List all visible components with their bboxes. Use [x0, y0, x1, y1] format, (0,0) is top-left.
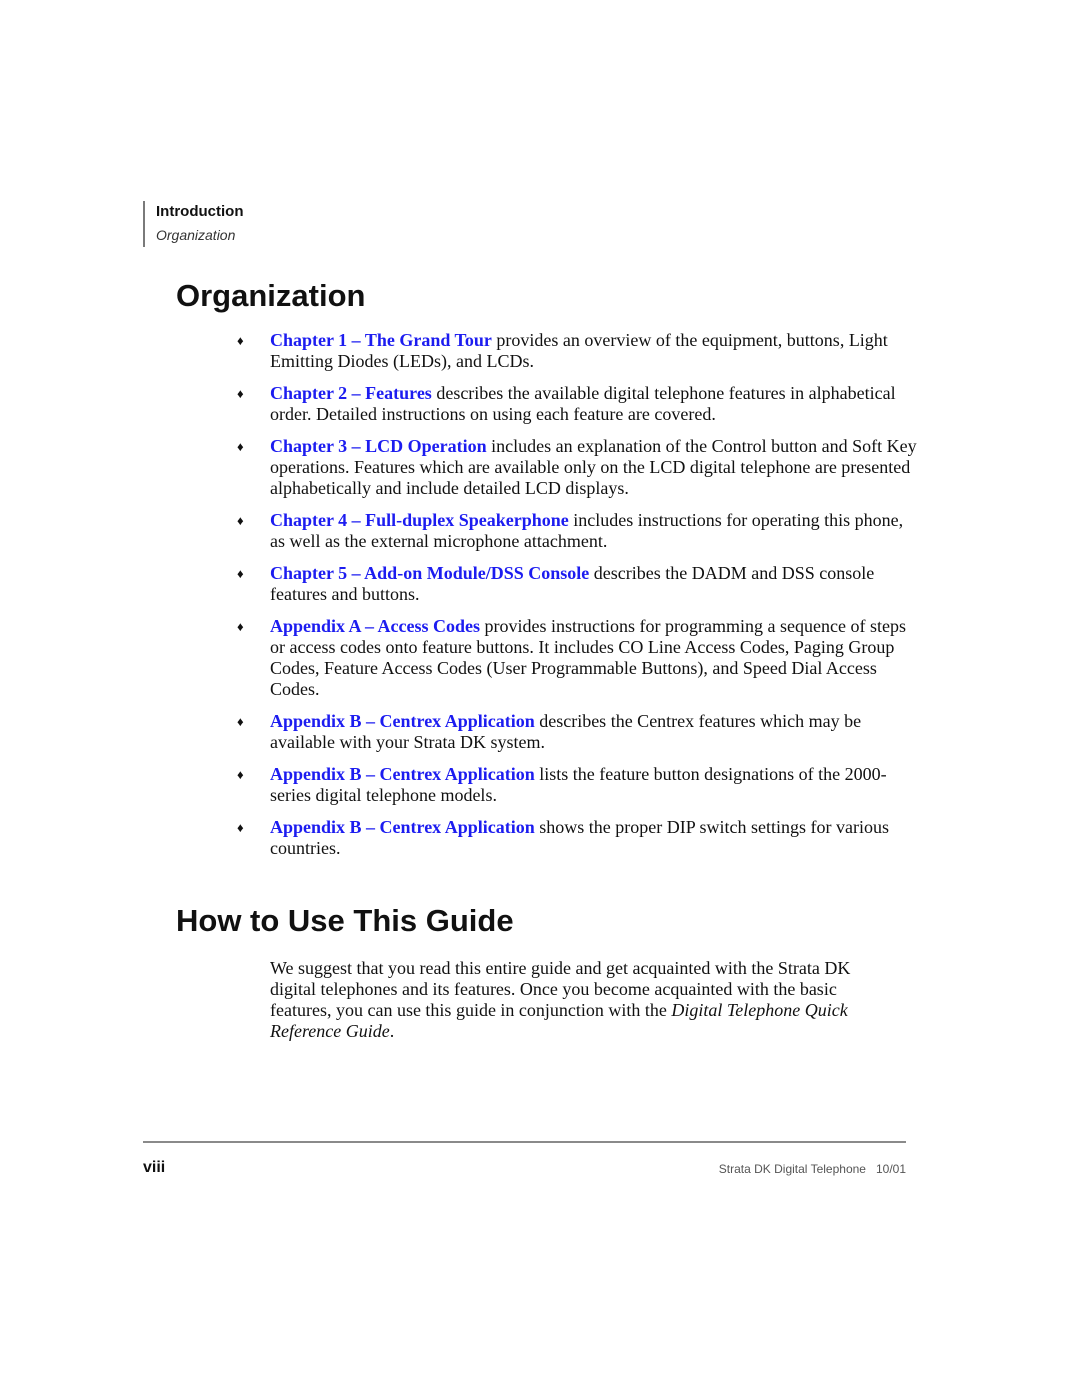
chapter-3-link[interactable]: Chapter 3 – LCD Operation: [270, 436, 487, 456]
appendix-b-link[interactable]: Appendix B – Centrex Application: [270, 711, 535, 731]
chapter-4-link[interactable]: Chapter 4 – Full-duplex Speakerphone: [270, 510, 569, 530]
list-item: ♦ Appendix A – Access Codes provides inst…: [237, 616, 917, 700]
running-head-chapter: Introduction: [156, 203, 244, 220]
running-head: Introduction Organization: [143, 201, 243, 247]
appendix-b-link[interactable]: Appendix B – Centrex Application: [270, 817, 535, 837]
list-item: ♦ Chapter 1 – The Grand Tour provides an …: [237, 330, 917, 372]
footer-document-title: Strata DK Digital Telephone 10/01: [718, 1162, 906, 1176]
organization-list: ♦ Chapter 1 – The Grand Tour provides an …: [237, 330, 917, 870]
how-to-use-heading: How to Use This Guide: [176, 903, 514, 938]
list-item: ♦ Chapter 5 – Add-on Module/DSS Console d…: [237, 563, 917, 605]
diamond-bullet-icon: ♦: [237, 513, 244, 528]
diamond-bullet-icon: ♦: [237, 439, 244, 454]
how-to-use-paragraph: We suggest that you read this entire gui…: [270, 958, 900, 1042]
organization-heading: Organization: [176, 278, 366, 313]
chapter-5-link[interactable]: Chapter 5 – Add-on Module/DSS Console: [270, 563, 589, 583]
diamond-bullet-icon: ♦: [237, 333, 244, 348]
list-item: ♦ Appendix B – Centrex Application descri…: [237, 711, 917, 753]
diamond-bullet-icon: ♦: [237, 386, 244, 401]
diamond-bullet-icon: ♦: [237, 566, 244, 581]
diamond-bullet-icon: ♦: [237, 820, 244, 835]
list-item: ♦ Chapter 2 – Features describes the avai…: [237, 383, 917, 425]
running-head-section: Organization: [156, 227, 236, 243]
page-number: viii: [143, 1159, 166, 1176]
appendix-b-link[interactable]: Appendix B – Centrex Application: [270, 764, 535, 784]
list-item: ♦ Chapter 4 – Full-duplex Speakerphone in…: [237, 510, 917, 552]
list-item: ♦ Appendix B – Centrex Application lists …: [237, 764, 917, 806]
diamond-bullet-icon: ♦: [237, 767, 244, 782]
diamond-bullet-icon: ♦: [237, 619, 244, 634]
list-item: ♦ Appendix B – Centrex Application shows …: [237, 817, 917, 859]
chapter-1-link[interactable]: Chapter 1 – The Grand Tour: [270, 330, 492, 350]
diamond-bullet-icon: ♦: [237, 714, 244, 729]
paragraph-end: .: [389, 1021, 395, 1041]
chapter-2-link[interactable]: Chapter 2 – Features: [270, 383, 432, 403]
footer-divider: [143, 1141, 906, 1143]
appendix-a-link[interactable]: Appendix A – Access Codes: [270, 616, 480, 636]
list-item: ♦ Chapter 3 – LCD Operation includes an e…: [237, 436, 917, 499]
